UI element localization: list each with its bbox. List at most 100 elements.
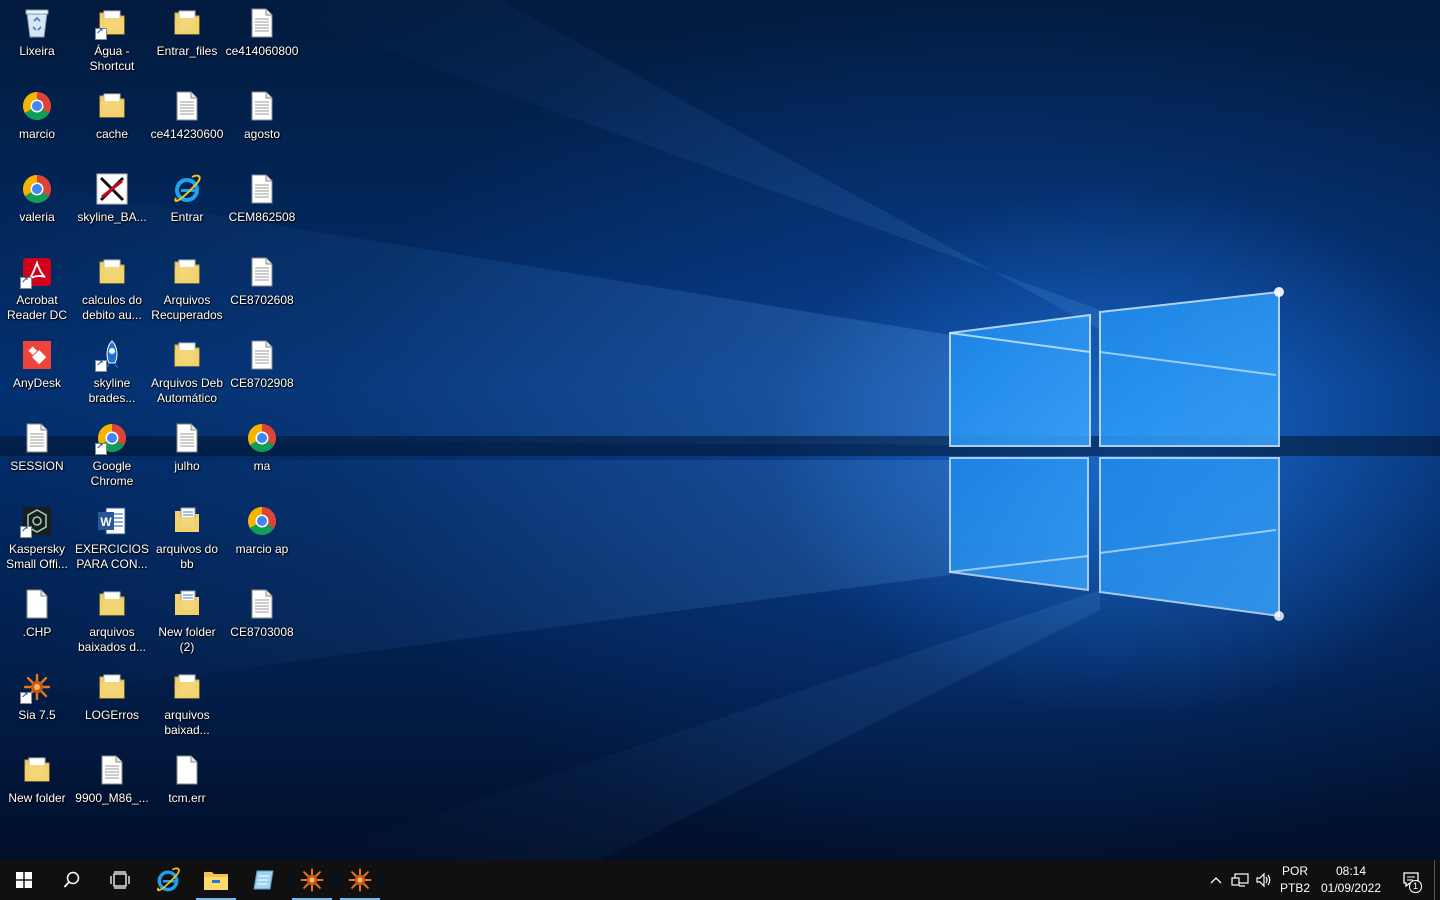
volume-button[interactable] bbox=[1252, 860, 1276, 900]
chrome-icon bbox=[245, 421, 279, 455]
desktop-icon-ce8702908[interactable]: CE8702908 bbox=[225, 334, 299, 412]
kaspersky-icon bbox=[20, 504, 54, 538]
desktop-icon-cache[interactable]: cache bbox=[75, 85, 149, 163]
desktop-icon-session[interactable]: SESSION bbox=[0, 417, 74, 495]
desktop-icon-arquivos-recuperados[interactable]: Arquivos Recuperados bbox=[150, 251, 224, 329]
desktop-icon-label: Arquivos Deb Automático bbox=[150, 376, 224, 405]
folder-icon bbox=[95, 6, 129, 40]
document-icon bbox=[95, 753, 129, 787]
desktop-icon-logerros[interactable]: LOGErros bbox=[75, 666, 149, 744]
desktop-icon-label: julho bbox=[174, 459, 200, 473]
svg-text:W: W bbox=[100, 515, 112, 529]
folder-icon bbox=[95, 255, 129, 289]
desktop-icon-label: arquivos do bb bbox=[155, 542, 219, 571]
desktop-icon-label: CE8702908 bbox=[230, 376, 294, 390]
desktop-icon-label: CE8703008 bbox=[230, 625, 294, 639]
desktop-icon-label: SESSION bbox=[10, 459, 64, 473]
folder-icon bbox=[170, 338, 204, 372]
desktop-icon-cem862508[interactable]: CEM862508 bbox=[225, 168, 299, 246]
search-icon bbox=[63, 871, 81, 889]
system-tray: POR PTB2 08:14 01/09/2022 1 bbox=[1204, 860, 1440, 900]
shortcut-arrow-icon bbox=[20, 275, 32, 289]
desktop-icon-google-chrome[interactable]: Google Chrome bbox=[75, 417, 149, 495]
show-desktop-button[interactable] bbox=[1434, 860, 1440, 900]
desktop-icon-label: marcio bbox=[18, 127, 55, 141]
desktop-icon-kaspersky-small-offi[interactable]: Kaspersky Small Offi... bbox=[0, 500, 74, 578]
desktop-icon-new-folder[interactable]: New folder bbox=[0, 749, 74, 827]
desktop-icon-lixeira[interactable]: Lixeira bbox=[0, 2, 74, 80]
desktop-icon-ce8702608[interactable]: CE8702608 bbox=[225, 251, 299, 329]
clock-button[interactable]: 08:14 01/09/2022 bbox=[1314, 860, 1388, 900]
desktop-icon-label: ce414230600 bbox=[150, 127, 224, 141]
desktop-icon-acrobat-reader-dc[interactable]: Acrobat Reader DC bbox=[0, 251, 74, 329]
taskbar-sia-app-1[interactable] bbox=[288, 860, 336, 900]
network-button[interactable] bbox=[1228, 860, 1252, 900]
search-button[interactable] bbox=[48, 860, 96, 900]
desktop-icon-calculos-do-debito-au[interactable]: calculos do debito au... bbox=[75, 251, 149, 329]
action-center-button[interactable]: 1 bbox=[1388, 860, 1434, 900]
folder-icon bbox=[170, 255, 204, 289]
document-icon bbox=[245, 172, 279, 206]
taskbar-notepad-app[interactable] bbox=[240, 860, 288, 900]
desktop-icon-label: skyline brades... bbox=[88, 376, 136, 405]
desktop-icon-label: tcm.err bbox=[168, 791, 206, 805]
desktop-icon-ce8703008[interactable]: CE8703008 bbox=[225, 583, 299, 661]
desktop-icon-gua-shortcut[interactable]: Água - Shortcut bbox=[75, 2, 149, 80]
desktop-icon-sia-7-5[interactable]: Sia 7.5 bbox=[0, 666, 74, 744]
desktop-icon-marcio[interactable]: marcio bbox=[0, 85, 74, 163]
desktop-icon-arquivos-deb-autom-tico[interactable]: Arquivos Deb Automático bbox=[150, 334, 224, 412]
folder-icon bbox=[170, 504, 204, 538]
desktop-icon-label: Sia 7.5 bbox=[18, 708, 56, 722]
shortcut-arrow-icon bbox=[95, 441, 107, 455]
desktop-icon-valeria[interactable]: valeria bbox=[0, 168, 74, 246]
desktop-icon-label: ma bbox=[253, 459, 271, 473]
shortcut-arrow-icon bbox=[20, 524, 32, 538]
desktop-icon-skyline-ba[interactable]: skyline_BA... bbox=[75, 168, 149, 246]
blank-file-icon bbox=[20, 587, 54, 621]
desktop-icon-label: agosto bbox=[243, 127, 281, 141]
chrome-icon bbox=[20, 89, 54, 123]
desktop-icon-ce414060800[interactable]: ce414060800 bbox=[225, 2, 299, 80]
desktop-icon-skyline-brades[interactable]: skyline brades... bbox=[75, 334, 149, 412]
desktop[interactable]: Lixeira marcio valeria Acrobat Reader DC Any… bbox=[0, 0, 1440, 860]
shortcut-arrow-icon bbox=[95, 26, 107, 40]
taskbar-sia-app-2[interactable] bbox=[336, 860, 384, 900]
desktop-icon-ma[interactable]: ma bbox=[225, 417, 299, 495]
document-icon bbox=[245, 338, 279, 372]
windows-logo-icon bbox=[16, 872, 32, 888]
folder-icon bbox=[170, 6, 204, 40]
desktop-icon-label: .CHP bbox=[22, 625, 52, 639]
show-hidden-icons-button[interactable] bbox=[1204, 860, 1228, 900]
start-button[interactable] bbox=[0, 860, 48, 900]
desktop-icon-marcio-ap[interactable]: marcio ap bbox=[225, 500, 299, 578]
desktop-icon-ce414230600[interactable]: ce414230600 bbox=[150, 85, 224, 163]
task-view-button[interactable] bbox=[96, 860, 144, 900]
desktop-icon-label: cache bbox=[95, 127, 129, 141]
desktop-icon-entrar[interactable]: Entrar bbox=[150, 168, 224, 246]
desktop-icon-label: calculos do debito au... bbox=[81, 293, 143, 322]
document-icon bbox=[245, 89, 279, 123]
desktop-icon-arquivos-baixad[interactable]: arquivos baixad... bbox=[150, 666, 224, 744]
desktop-icon-chp[interactable]: .CHP bbox=[0, 583, 74, 661]
desktop-icon-label: 9900_M86_... bbox=[75, 791, 149, 805]
desktop-icon-entrar-files[interactable]: Entrar_files bbox=[150, 2, 224, 80]
chrome-icon bbox=[245, 504, 279, 538]
volume-icon bbox=[1256, 872, 1271, 888]
desktop-icon-label: New folder bbox=[8, 791, 66, 805]
desktop-icon-agosto[interactable]: agosto bbox=[225, 85, 299, 163]
desktop-icon-arquivos-do-bb[interactable]: arquivos do bb bbox=[150, 500, 224, 578]
desktop-icon-exercicios-para-con[interactable]: W EXERCICIOS PARA CON... bbox=[75, 500, 149, 578]
input-language-button[interactable]: POR PTB2 bbox=[1276, 860, 1314, 900]
skyline-ba-icon bbox=[95, 172, 129, 206]
desktop-icon-julho[interactable]: julho bbox=[150, 417, 224, 495]
document-icon bbox=[245, 587, 279, 621]
desktop-icon-label: Kaspersky Small Offi... bbox=[6, 542, 68, 571]
desktop-icon-anydesk[interactable]: AnyDesk bbox=[0, 334, 74, 412]
desktop-icon-tcm-err[interactable]: tcm.err bbox=[150, 749, 224, 827]
desktop-icon-9900-m86[interactable]: 9900_M86_... bbox=[75, 749, 149, 827]
taskbar-file-explorer[interactable] bbox=[192, 860, 240, 900]
desktop-icon-arquivos-baixados-d[interactable]: arquivos baixados d... bbox=[75, 583, 149, 661]
desktop-icon-new-folder-2[interactable]: New folder (2) bbox=[150, 583, 224, 661]
sia-icon bbox=[20, 670, 54, 704]
taskbar-internet-explorer[interactable] bbox=[144, 860, 192, 900]
